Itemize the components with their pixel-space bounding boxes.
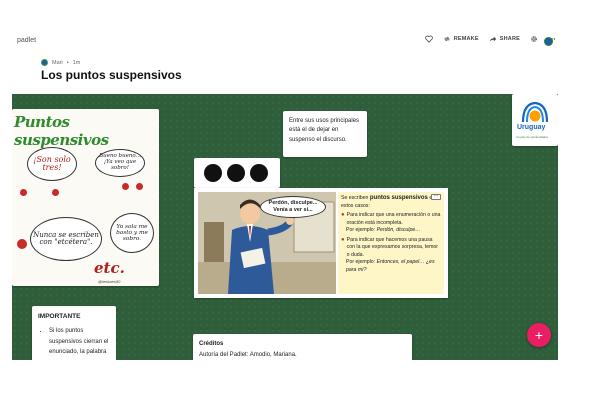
creditos-body: Autoría del Padlet: Amodio, Mariana. <box>199 352 297 358</box>
importante-item: Si los puntos suspensivos cierran el enu… <box>49 326 110 358</box>
padlet-board: Puntos suspensivos ¡Son solo tres! Bueno… <box>12 94 558 360</box>
comic-dot-character <box>52 189 59 196</box>
top-bar: padlet REMAKE SHARE <box>0 0 600 60</box>
info-list-item: ● Para indicar que hacemos una pausa con… <box>341 237 441 260</box>
bullet-icon: ● <box>341 212 345 219</box>
brand-name[interactable]: padlet <box>17 37 36 44</box>
comic-heading: Puntos suspensivos <box>14 113 109 149</box>
creditos-title: Créditos <box>199 341 224 347</box>
page-title: Los puntos suspensivos <box>41 68 182 82</box>
info-intro-bold: puntos suspensivos <box>369 195 428 201</box>
comic-bubble-2: Bueno bueno... ¡Ya veo que sobro! <box>95 149 145 177</box>
comic-dot-character <box>17 239 27 249</box>
gear-icon <box>531 36 537 42</box>
usage-text-post[interactable]: Entre sus usos principales está el de de… <box>283 111 367 157</box>
creditos-post[interactable]: Créditos Autoría del Padlet: Amodio, Mar… <box>193 334 412 360</box>
logo-slogan: Un país de oportunidades <box>516 135 549 139</box>
info-panel: ··· Se escriben puntos suspensivos en es… <box>338 192 444 294</box>
comic-dot-character <box>20 189 27 196</box>
author-separator: • <box>66 59 69 66</box>
share-button[interactable]: SHARE <box>489 35 520 43</box>
comic-dot-character <box>136 183 143 190</box>
share-arrow-icon <box>489 36 496 42</box>
ellipsis-dot <box>250 164 268 182</box>
info-example-2: Por ejemplo: Entonces, el papel… ¿es par… <box>341 259 441 274</box>
ellipsis-dot <box>227 164 245 182</box>
comic-bubble-1-text: ¡Son solo tres! <box>33 154 71 172</box>
comic-bubble-2-text: Bueno bueno... ¡Ya veo que sobro! <box>99 153 141 171</box>
importante-title: IMPORTANTE <box>38 313 81 320</box>
speech-bubble: Perdón, disculpe... Venía a ver si... <box>260 196 326 218</box>
ellipsis-dots-post[interactable] <box>194 158 280 188</box>
scene-post[interactable]: Perdón, disculpe... Venía a ver si... ··… <box>194 188 448 298</box>
importante-post[interactable]: IMPORTANTE Si los puntos suspensivos cie… <box>32 306 116 360</box>
comic-bubble-3-text: Nunca se escriben con "etcétera". <box>33 230 99 246</box>
logo-word: Uruguay <box>517 124 546 131</box>
account-avatar[interactable] <box>544 37 553 46</box>
author-name: Mari <box>52 59 63 66</box>
card-menu-button[interactable]: ··· <box>431 194 441 200</box>
remake-button[interactable]: REMAKE <box>443 35 479 43</box>
info-list-item: ● Para indicar que una enumeración o una… <box>341 212 441 227</box>
info-intro-lead: Se escriben <box>341 195 369 201</box>
uruguay-logo-icon <box>521 101 549 123</box>
author-avatar <box>41 59 48 66</box>
author-time: 1m <box>72 59 81 66</box>
header-actions: REMAKE SHARE <box>424 35 556 43</box>
info-example-1: Por ejemplo: Perdón, disculpe… <box>341 227 441 235</box>
example-1-lead: Por ejemplo: <box>346 227 376 234</box>
info-item-2: Para indicar que hacemos una pausa con l… <box>346 236 439 258</box>
comic-signature: @lenkaes90 <box>98 279 121 284</box>
comic-post[interactable]: Puntos suspensivos ¡Son solo tres! Bueno… <box>12 109 159 286</box>
settings-button[interactable] <box>530 35 538 43</box>
bullet-icon: ● <box>341 236 345 243</box>
comic-bubble-1: ¡Son solo tres! <box>27 147 77 181</box>
usage-text: Entre sus usos principales está el de de… <box>289 118 360 143</box>
add-post-button[interactable]: + <box>527 323 551 347</box>
info-intro: Se escriben puntos suspensivos en estos … <box>341 194 441 210</box>
logo-post[interactable]: Uruguay Un país de oportunidades <box>512 94 558 146</box>
share-label: SHARE <box>499 36 520 42</box>
like-button[interactable] <box>424 35 433 43</box>
author-line: Mari • 1m <box>41 59 80 66</box>
importante-list: Si los puntos suspensivos cierran el enu… <box>38 326 110 358</box>
remake-icon <box>444 36 450 42</box>
example-1-text: Perdón, disculpe… <box>376 227 421 234</box>
ellipsis-dot <box>204 164 222 182</box>
example-2-lead: Por ejemplo: <box>346 259 376 266</box>
comic-bubble-4: Yo sola me basto y me sobro. <box>110 213 154 253</box>
comic-dot-character <box>122 183 129 190</box>
comic-bubble-4-text: Yo sola me basto y me sobro. <box>116 223 148 243</box>
heart-icon <box>424 35 433 43</box>
remake-label: REMAKE <box>453 36 479 42</box>
info-item-1: Para indicar que una enumeración o una o… <box>346 212 441 226</box>
comic-bubble-3: Nunca se escriben con "etcétera". <box>30 217 102 261</box>
comic-etc: etc. <box>94 259 125 277</box>
